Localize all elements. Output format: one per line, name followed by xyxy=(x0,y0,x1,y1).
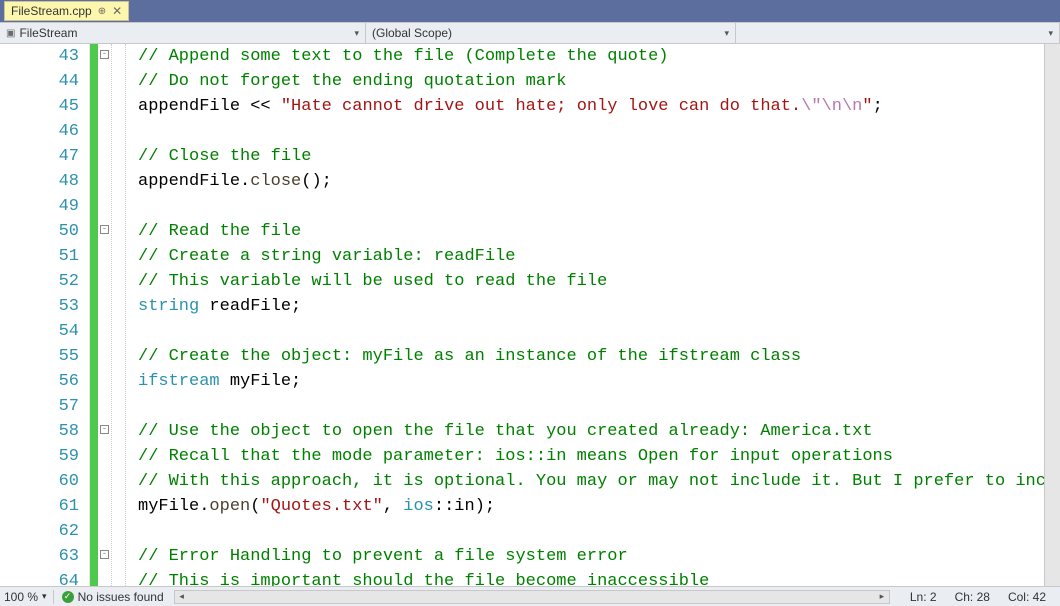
code-line[interactable]: // Append some text to the file (Complet… xyxy=(138,44,1044,69)
line-number: 49 xyxy=(0,194,79,219)
code-line[interactable]: string readFile; xyxy=(138,294,1044,319)
code-line[interactable] xyxy=(138,194,1044,219)
code-line[interactable]: // Error Handling to prevent a file syst… xyxy=(138,544,1044,569)
code-line[interactable]: // Close the file xyxy=(138,144,1044,169)
code-line[interactable]: // Read the file xyxy=(138,219,1044,244)
code-line[interactable]: // Use the object to open the file that … xyxy=(138,419,1044,444)
line-number: 58 xyxy=(0,419,79,444)
nav-bar: ▣ FileStream ▾ (Global Scope) ▾ ▾ xyxy=(0,22,1060,44)
line-number: 53 xyxy=(0,294,79,319)
ln-indicator: Ln: 2 xyxy=(910,590,937,604)
line-number: 54 xyxy=(0,319,79,344)
code-line[interactable]: // With this approach, it is optional. Y… xyxy=(138,469,1044,494)
collapse-icon[interactable]: - xyxy=(100,425,109,434)
class-dropdown[interactable]: ▣ FileStream ▾ xyxy=(0,23,366,43)
issues-label: No issues found xyxy=(78,590,164,604)
chevron-down-icon: ▾ xyxy=(1048,28,1053,39)
line-number: 63 xyxy=(0,544,79,569)
class-dropdown-label: FileStream xyxy=(19,26,77,40)
vertical-scrollbar[interactable] xyxy=(1044,44,1060,586)
pin-icon[interactable]: ⊕ xyxy=(98,6,106,17)
collapse-icon[interactable]: - xyxy=(100,225,109,234)
line-number-gutter: 4344454647484950515253545556575859606162… xyxy=(0,44,90,586)
member-dropdown[interactable]: ▾ xyxy=(736,23,1060,43)
code-editor[interactable]: // Append some text to the file (Complet… xyxy=(126,44,1044,586)
outline-column[interactable]: - - - - xyxy=(98,44,112,586)
collapse-icon[interactable]: - xyxy=(100,50,109,59)
code-line[interactable]: // Create the object: myFile as an insta… xyxy=(138,344,1044,369)
line-number: 45 xyxy=(0,94,79,119)
tab-bar: FileStream.cpp ⊕ ✕ xyxy=(0,0,1060,22)
code-line[interactable] xyxy=(138,319,1044,344)
line-number: 46 xyxy=(0,119,79,144)
zoom-label: 100 % xyxy=(4,590,38,604)
line-number: 47 xyxy=(0,144,79,169)
change-indicator-bar xyxy=(90,44,98,586)
caret-position: Ln: 2 Ch: 28 Col: 42 xyxy=(900,590,1056,604)
scroll-left-icon[interactable]: ◂ xyxy=(175,591,189,603)
code-line[interactable] xyxy=(138,519,1044,544)
code-line[interactable]: // Do not forget the ending quotation ma… xyxy=(138,69,1044,94)
code-line[interactable]: // This variable will be used to read th… xyxy=(138,269,1044,294)
code-line[interactable]: appendFile << "Hate cannot drive out hat… xyxy=(138,94,1044,119)
scope-dropdown[interactable]: (Global Scope) ▾ xyxy=(366,23,736,43)
line-number: 48 xyxy=(0,169,79,194)
close-icon[interactable]: ✕ xyxy=(112,4,122,18)
horizontal-scrollbar[interactable]: ◂ ▸ xyxy=(174,590,890,604)
ch-indicator: Ch: 28 xyxy=(955,590,990,604)
line-number: 55 xyxy=(0,344,79,369)
code-line[interactable]: // This is important should the file bec… xyxy=(138,569,1044,586)
line-number: 61 xyxy=(0,494,79,519)
line-number: 64 xyxy=(0,569,79,586)
code-line[interactable] xyxy=(138,119,1044,144)
line-number: 50 xyxy=(0,219,79,244)
scope-dropdown-label: (Global Scope) xyxy=(372,26,452,40)
editor-area: 4344454647484950515253545556575859606162… xyxy=(0,44,1060,586)
chevron-down-icon: ▾ xyxy=(42,591,47,602)
indent-guide-column xyxy=(112,44,126,586)
line-number: 44 xyxy=(0,69,79,94)
file-tab[interactable]: FileStream.cpp ⊕ ✕ xyxy=(4,1,129,21)
code-line[interactable]: // Create a string variable: readFile xyxy=(138,244,1044,269)
line-number: 43 xyxy=(0,44,79,69)
status-bar: 100 % ▾ ✓ No issues found ◂ ▸ Ln: 2 Ch: … xyxy=(0,586,1060,606)
issues-indicator[interactable]: ✓ No issues found xyxy=(62,590,164,604)
code-line[interactable]: ifstream myFile; xyxy=(138,369,1044,394)
col-indicator: Col: 42 xyxy=(1008,590,1046,604)
code-line[interactable] xyxy=(138,394,1044,419)
chevron-down-icon: ▾ xyxy=(354,28,359,39)
file-icon: ▣ xyxy=(6,28,15,39)
chevron-down-icon: ▾ xyxy=(724,28,729,39)
line-number: 52 xyxy=(0,269,79,294)
line-number: 59 xyxy=(0,444,79,469)
line-number: 62 xyxy=(0,519,79,544)
zoom-control[interactable]: 100 % ▾ xyxy=(4,590,54,604)
line-number: 60 xyxy=(0,469,79,494)
scroll-right-icon[interactable]: ▸ xyxy=(875,591,889,603)
check-icon: ✓ xyxy=(62,591,74,603)
tab-title: FileStream.cpp xyxy=(11,4,92,18)
line-number: 56 xyxy=(0,369,79,394)
code-line[interactable]: appendFile.close(); xyxy=(138,169,1044,194)
line-number: 57 xyxy=(0,394,79,419)
line-number: 51 xyxy=(0,244,79,269)
code-line[interactable]: myFile.open("Quotes.txt", ios::in); xyxy=(138,494,1044,519)
code-line[interactable]: // Recall that the mode parameter: ios::… xyxy=(138,444,1044,469)
collapse-icon[interactable]: - xyxy=(100,550,109,559)
